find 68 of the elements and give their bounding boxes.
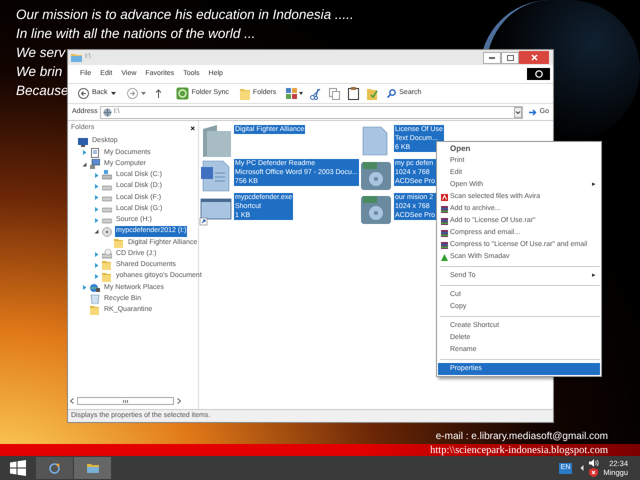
folder-icon xyxy=(102,260,112,270)
desktop-text: Our mission is to advance his education in Indonesia ..... xyxy=(16,6,354,24)
document-icon xyxy=(199,159,232,192)
folder-check-icon xyxy=(367,87,378,100)
caret-icon xyxy=(110,92,116,95)
close-icon xyxy=(530,54,538,61)
stack-icon xyxy=(441,230,448,236)
scissors-icon xyxy=(310,88,322,100)
paste-button[interactable] xyxy=(348,86,360,102)
close-button[interactable] xyxy=(519,51,549,64)
desktop-text: Because xyxy=(16,82,69,100)
computer-icon xyxy=(90,159,100,170)
desktop-text: We serv xyxy=(16,44,66,62)
shield-icon xyxy=(441,194,448,200)
up-arrow-icon xyxy=(154,89,162,98)
desktop-text: In line with all the nations of the world ... xyxy=(16,25,256,43)
scroll-left-icon xyxy=(70,398,74,404)
image-file-icon xyxy=(359,193,392,226)
triangle-icon xyxy=(441,254,448,260)
close-pane-button[interactable]: × xyxy=(190,124,195,132)
ring-icon xyxy=(534,70,542,78)
copy-button[interactable] xyxy=(329,86,340,102)
network-icon xyxy=(90,282,100,293)
email-text: e-mail : e.library.mediasoft@gmail.com xyxy=(436,430,608,444)
taskbar-app-button[interactable] xyxy=(74,457,111,479)
image-file-icon xyxy=(359,159,392,192)
maximize-button[interactable] xyxy=(501,52,519,64)
forward-button[interactable] xyxy=(126,86,146,102)
back-arrow-icon xyxy=(78,88,89,99)
speaker-icon xyxy=(589,459,600,467)
globe-icon xyxy=(102,108,112,116)
folder-icon xyxy=(240,87,250,100)
forward-arrow-icon xyxy=(126,88,138,99)
search-icon xyxy=(387,89,396,98)
desktop-icon xyxy=(78,136,88,147)
recycle-icon xyxy=(90,294,100,304)
shield-icon xyxy=(589,468,598,477)
windows-logo-icon xyxy=(10,460,26,476)
clipboard-icon xyxy=(348,87,360,100)
sync-icon xyxy=(176,87,189,100)
browser-icon xyxy=(49,462,60,474)
folder-icon xyxy=(102,272,112,282)
folder-icon xyxy=(114,238,124,248)
chevron-icon xyxy=(580,465,584,471)
caret-icon xyxy=(140,92,146,95)
folder-icon xyxy=(86,463,98,473)
caret-icon xyxy=(299,92,304,95)
cut-button[interactable] xyxy=(310,86,322,102)
scroll-right-icon xyxy=(177,398,181,404)
folder-icon xyxy=(71,53,82,62)
documents-icon xyxy=(90,148,100,158)
minimize-button[interactable] xyxy=(483,52,501,64)
scrollbar-thumb[interactable] xyxy=(77,397,174,405)
stack-icon xyxy=(441,206,448,212)
cd-icon xyxy=(102,249,112,260)
copy-icon xyxy=(329,88,340,100)
views-button[interactable] xyxy=(286,86,304,102)
url-text: http:\\sciencepark-indonesia.blogspot.com xyxy=(430,444,608,458)
disc-icon xyxy=(102,226,112,237)
folder-icon xyxy=(90,305,100,316)
grip-icon xyxy=(123,400,128,402)
stack-icon xyxy=(441,218,448,224)
stack-icon xyxy=(441,242,448,248)
desktop-text: We brin xyxy=(16,63,62,81)
arrow-icon xyxy=(528,108,537,116)
drive-icon xyxy=(102,170,112,180)
dropdown-icon xyxy=(514,106,522,118)
views-icon xyxy=(286,88,298,99)
